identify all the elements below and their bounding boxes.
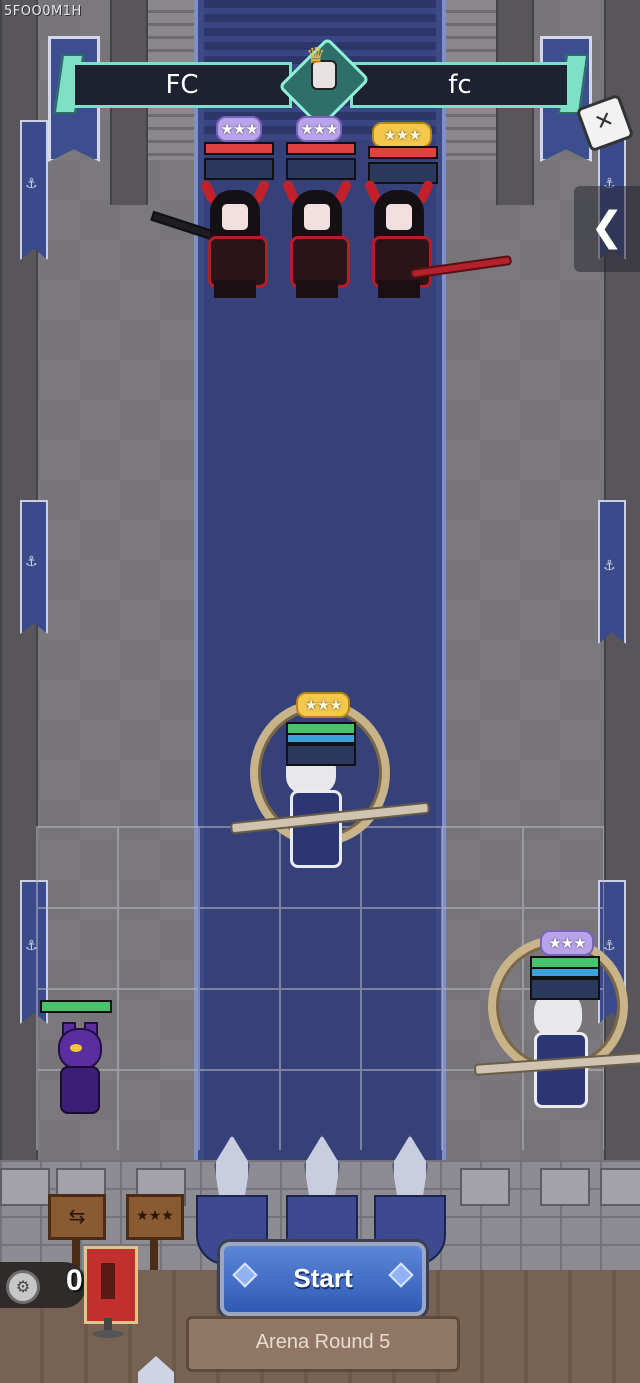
wall-battlement [460,1168,510,1206]
unit-health-bar [368,146,438,159]
unit-star-badge: ★★★ [296,692,350,718]
unit-star-badge: ★★★ [372,122,432,148]
start-button-label: Start [293,1263,353,1293]
team-name-left: FC [72,62,292,108]
guild-flag-icon[interactable] [84,1246,138,1324]
unit-star-badge: ★★★ [216,116,262,142]
enemy-demon-unit[interactable] [281,179,353,300]
wall-battlement [0,1168,50,1206]
wall-battlement [540,1168,590,1206]
flag-base [92,1330,124,1338]
unit-health-bar [40,1000,112,1013]
team-name-right: fc [350,62,570,108]
wall-battlement [600,1168,640,1206]
unit-star-badge: ★★★ [296,116,342,142]
chevron-left-icon[interactable]: ❮ [574,186,640,272]
player-id-label: 5FOO0M1H [4,4,82,19]
crown-icon: ♛ [306,44,326,69]
unit-mana-bar [530,967,600,978]
swap-arrows-icon[interactable]: ⇆ [48,1194,106,1240]
wall-banner [598,500,626,644]
enemy-demon-unit[interactable] [363,179,435,300]
unit-star-badge: ★★★ [540,930,594,956]
unit-item-slots [286,744,356,766]
gem-icon [388,1262,414,1288]
coin-count: 0 [66,1264,83,1297]
wall-banner [20,500,48,634]
wall-banner [20,120,48,260]
versus-bar: FC fc ♛ [53,37,589,129]
round-label: Arena Round 5 [186,1316,460,1372]
unit-health-bar [204,142,274,155]
start-button[interactable]: Start [220,1242,426,1316]
unit-health-bar [286,142,356,155]
gem-icon [232,1262,258,1288]
unit-item-slots [204,158,274,180]
coin-icon: ⚙ [6,1270,40,1304]
bench-cat-unit[interactable] [52,1022,104,1122]
unit-item-slots [530,978,600,1000]
unit-item-slots [286,158,356,180]
three-stars-icon[interactable]: ★★★ [126,1194,184,1240]
enemy-demon-unit[interactable] [199,179,271,300]
unit-mana-bar [286,733,356,744]
